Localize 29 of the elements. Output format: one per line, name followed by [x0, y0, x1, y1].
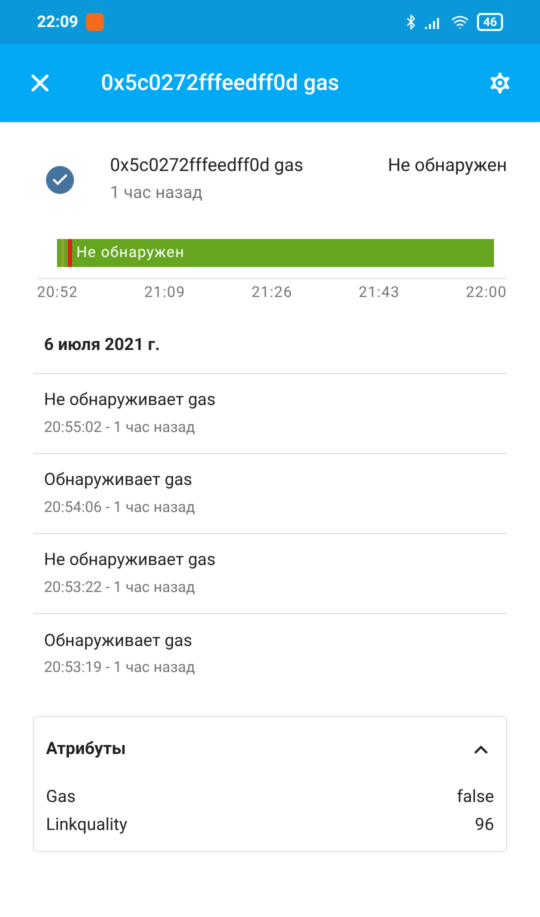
attribute-name: Linkquality — [46, 814, 128, 836]
timeline-tick-label: 21:26 — [251, 282, 293, 302]
attribute-name: Gas — [46, 786, 76, 808]
event-message: Обнаруживает gas — [44, 469, 194, 492]
event-message: Не обнаруживает gas — [44, 549, 217, 572]
attributes-header[interactable]: Атрибуты — [46, 716, 494, 782]
event-time: 20:53:19 - 1 час назад — [44, 657, 196, 678]
event-time: 20:53:22 - 1 час назад — [44, 576, 196, 598]
event-time: 20:55:02 - 1 час назад — [44, 416, 196, 438]
entity-name: 0x5c0272fffeedff0d gas — [110, 154, 304, 178]
timeline-tick-label: 21:43 — [358, 282, 400, 302]
event-time: 20:54:06 - 1 час назад — [44, 496, 196, 518]
entity-time: 1 час назад — [110, 182, 204, 205]
app-bar-title: 0x5c0272fffeedff0d gas — [101, 70, 340, 98]
attribute-value: 96 — [474, 814, 494, 836]
app-notification-icon — [86, 13, 104, 31]
timeline-tick-label: 21:09 — [144, 282, 186, 302]
chevron-up-icon — [474, 745, 488, 754]
battery-icon: 46 — [477, 13, 503, 31]
timeline-tick-label: 20:52 — [37, 282, 78, 302]
status-time: 22:09 — [37, 11, 78, 33]
timeline-label: Не обнаружен — [75, 242, 185, 264]
event-message: Обнаруживает gas — [44, 630, 194, 652]
wifi-icon — [451, 13, 470, 31]
timeline-tick-label: 22:00 — [466, 282, 507, 302]
attribute-value: false — [456, 786, 494, 808]
history-date: 6 июля 2021 г. — [33, 333, 507, 374]
event-message: Не обнаруживает gas — [44, 389, 217, 412]
entity-state: Не обнаружен — [388, 154, 507, 178]
